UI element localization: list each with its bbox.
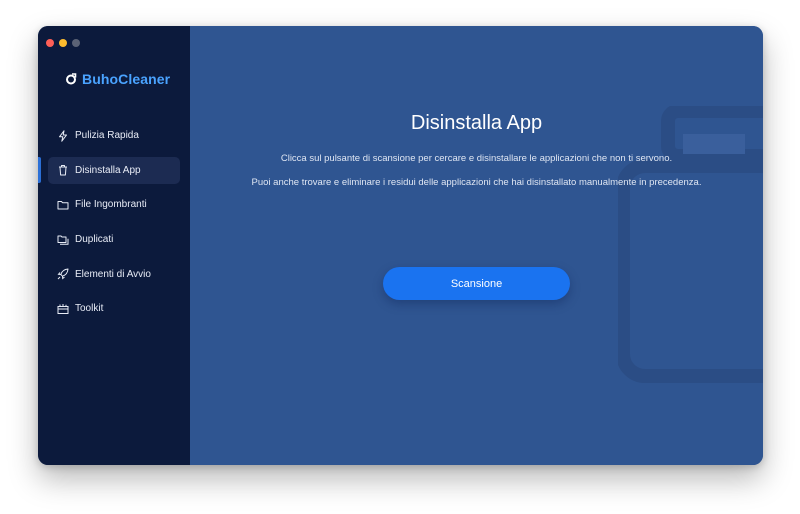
sidebar-item-label: File Ingombranti (75, 199, 147, 211)
sidebar-item-elementi-di-avvio[interactable]: Elementi di Avvio (48, 261, 180, 288)
page-description: Clicca sul pulsante di scansione per cer… (280, 153, 673, 164)
sidebar-item-label: Elementi di Avvio (75, 268, 151, 280)
zoom-window-button[interactable] (72, 39, 80, 47)
scan-button[interactable]: Scansione (383, 267, 570, 300)
sidebar-item-file-ingombranti[interactable]: File Ingombranti (48, 191, 180, 218)
app-name: BuhoCleaner (82, 71, 171, 87)
sidebar-item-label: Pulizia Rapida (75, 130, 139, 141)
page-title: Disinstalla App (410, 112, 543, 134)
close-window-button[interactable] (46, 39, 54, 47)
app-window: BuhoCleaner Pulizia Rapida Disinstalla A… (38, 26, 763, 465)
trash-bin-illustration (618, 106, 763, 383)
sidebar-nav: Pulizia Rapida Disinstalla App File Ingo… (48, 122, 180, 330)
lightning-icon (57, 129, 69, 142)
sidebar-item-label: Disinstalla App (75, 164, 141, 176)
active-item-indicator (38, 157, 41, 183)
sidebar: BuhoCleaner Pulizia Rapida Disinstalla A… (38, 26, 190, 465)
sidebar-item-pulizia-rapida[interactable]: Pulizia Rapida (48, 122, 180, 149)
minimize-window-button[interactable] (59, 39, 67, 47)
page-description-secondary: Puoi anche trovare e eliminare i residui… (251, 177, 702, 188)
app-logo: BuhoCleaner (65, 71, 170, 87)
main-panel: Disinstalla App Clicca sul pulsante di s… (190, 26, 763, 465)
rocket-icon (57, 268, 69, 280)
buho-logo-icon (66, 73, 77, 85)
sidebar-item-disinstalla-app[interactable]: Disinstalla App (48, 156, 180, 184)
sidebar-item-toolkit[interactable]: Toolkit (48, 295, 180, 322)
window-controls (46, 39, 80, 47)
sidebar-item-duplicati[interactable]: Duplicati (48, 226, 180, 253)
toolbox-icon (57, 303, 69, 315)
sidebar-item-label: Duplicati (75, 234, 114, 246)
sidebar-item-label: Toolkit (75, 303, 104, 315)
trash-icon (57, 164, 69, 176)
duplicate-folder-icon (57, 234, 69, 246)
folder-icon (57, 199, 69, 211)
